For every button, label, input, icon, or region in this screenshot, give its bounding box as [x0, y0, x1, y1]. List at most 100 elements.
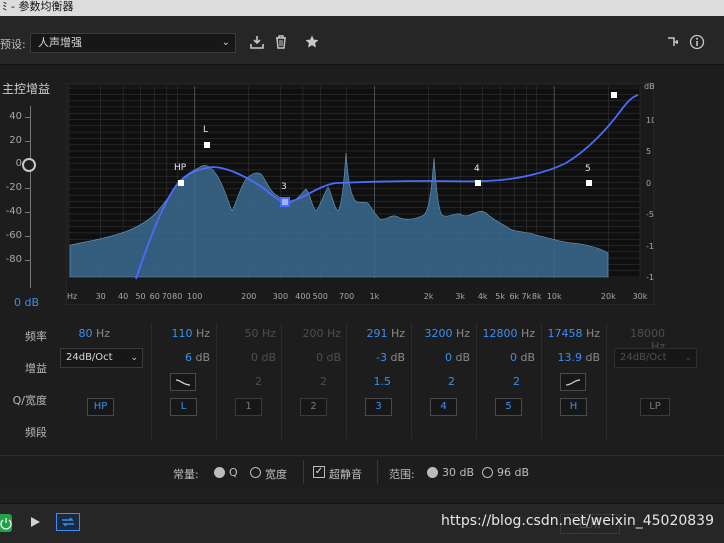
value-number: 18000	[630, 327, 665, 340]
frequency-tick-label: 6k	[509, 292, 519, 301]
band-toggle-hp[interactable]: HP	[87, 398, 114, 416]
band-point-3[interactable]	[280, 197, 290, 207]
right-axis-unit: dB	[644, 83, 654, 91]
right-axis-tick-label: -15	[646, 273, 654, 282]
band-toggle-2[interactable]: 2	[300, 398, 327, 416]
power-icon	[0, 518, 12, 530]
favorite-button[interactable]	[303, 34, 321, 52]
gain-tick-label: -80	[5, 254, 22, 265]
value-number: 6	[184, 351, 192, 364]
range-30db-radio[interactable]	[427, 467, 438, 478]
gain-tick-label: 20	[9, 135, 22, 146]
high-shelf-frequency-value[interactable]: 17458 Hz	[545, 327, 600, 340]
band4-gain-value[interactable]: 0 dB	[420, 351, 470, 364]
band-toggle-4[interactable]: 4	[430, 398, 457, 416]
band-point-label: L	[203, 125, 208, 135]
row-label-frequency: 频率	[25, 330, 47, 343]
value-number: 50	[244, 327, 259, 340]
gain-tick-mark	[25, 141, 31, 142]
value-unit: dB	[261, 351, 276, 364]
loop-button[interactable]	[56, 513, 80, 531]
chevron-down-icon: ⌄	[130, 353, 138, 363]
band2-gain-value[interactable]: 0 dB	[291, 351, 341, 364]
value-unit: Hz	[95, 327, 110, 340]
band5-frequency-value[interactable]: 12800 Hz	[480, 327, 535, 340]
hp-frequency-value[interactable]: 80 Hz	[62, 327, 110, 340]
band-point-l[interactable]	[204, 142, 210, 148]
band1-q-value[interactable]: 2	[226, 375, 262, 388]
master-gain-slider-thumb[interactable]	[22, 158, 36, 172]
band2-q-value[interactable]: 2	[291, 375, 327, 388]
band1-gain-value[interactable]: 0 dB	[226, 351, 276, 364]
band-toggle-lp[interactable]: LP	[640, 398, 670, 416]
master-gain-label: 主控增益	[2, 82, 51, 96]
preset-label: 预设:	[0, 38, 26, 51]
band4-frequency-value[interactable]: 3200 Hz	[420, 327, 470, 340]
band-toggle-5[interactable]: 5	[495, 398, 522, 416]
hp-slope-dropdown[interactable]: 24dB/Oct ⌄	[60, 348, 143, 368]
gain-tick-label: 40	[9, 111, 22, 122]
routing-button[interactable]	[664, 34, 682, 52]
band-point-hp[interactable]	[178, 180, 184, 186]
band5-q-value[interactable]: 2	[485, 375, 520, 388]
divider	[541, 323, 542, 439]
info-button[interactable]	[688, 34, 706, 52]
band-toggle-l[interactable]: L	[170, 398, 197, 416]
delete-preset-button[interactable]	[272, 34, 290, 52]
band5-gain-value[interactable]: 0 dB	[485, 351, 535, 364]
power-button[interactable]	[0, 514, 12, 532]
value-number: 13.9	[557, 351, 582, 364]
eq-frequency-graph[interactable]: HP L 3 4 5 dB 1050-5-10-15 Hz30405060708…	[66, 83, 654, 305]
lp-slope-dropdown[interactable]: 24dB/Oct ⌄	[614, 348, 697, 368]
band-toggle-h[interactable]: H	[560, 398, 587, 416]
band-point-label: 3	[281, 182, 287, 192]
high-shelf-shape-button[interactable]	[560, 373, 586, 391]
preset-dropdown[interactable]: 人声增强 ⌄	[30, 33, 236, 53]
band4-q-value[interactable]: 2	[420, 375, 455, 388]
low-shelf-gain-value[interactable]: 6 dB	[160, 351, 210, 364]
band-point-5[interactable]	[586, 180, 592, 186]
band2-frequency-value[interactable]: 200 Hz	[291, 327, 341, 340]
range-96db-radio[interactable]	[482, 467, 493, 478]
save-preset-button[interactable]	[248, 34, 266, 52]
right-axis-tick-label: 5	[646, 147, 651, 156]
loop-icon	[62, 517, 74, 527]
frequency-tick-label: 10k	[547, 292, 562, 301]
frequency-tick-label: 200	[241, 292, 256, 301]
master-gain-readout: 0 dB	[14, 296, 40, 309]
constant-width-radio[interactable]	[250, 467, 261, 478]
value-unit: Hz	[261, 327, 276, 340]
play-icon	[31, 517, 40, 527]
band-point-h[interactable]	[611, 92, 617, 98]
value-unit: dB	[195, 351, 210, 364]
gain-tick-mark	[25, 117, 31, 118]
ultra-quiet-checkbox[interactable]: ✓	[313, 466, 325, 478]
band3-gain-value[interactable]: -3 dB	[355, 351, 405, 364]
high-shelf-icon	[565, 379, 581, 386]
band-point-label: 5	[585, 164, 591, 174]
watermark-url: https://blog.csdn.net/weixin_45020839	[440, 513, 714, 529]
band3-q-value[interactable]: 1.5	[355, 375, 392, 388]
band1-frequency-value[interactable]: 50 Hz	[226, 327, 276, 340]
band-point-label: HP	[174, 163, 187, 173]
band-toggle-3[interactable]: 3	[365, 398, 392, 416]
value-number: 0	[315, 351, 323, 364]
right-axis-tick-label: -10	[646, 242, 654, 251]
band-toggle-1[interactable]: 1	[235, 398, 262, 416]
value-unit: dB	[520, 351, 535, 364]
low-shelf-shape-button[interactable]	[170, 373, 196, 391]
band-point-4[interactable]	[475, 180, 481, 186]
row-label-gain: 增益	[25, 362, 47, 375]
constant-q-radio[interactable]	[214, 467, 225, 478]
high-shelf-gain-value[interactable]: 13.9 dB	[550, 351, 600, 364]
divider	[151, 323, 152, 439]
band3-frequency-value[interactable]: 291 Hz	[355, 327, 405, 340]
play-button[interactable]	[28, 515, 42, 529]
divider	[216, 323, 217, 439]
value-number: 80	[78, 327, 93, 340]
window-close-button[interactable]	[696, 0, 724, 14]
value-unit: dB	[390, 351, 405, 364]
low-shelf-frequency-value[interactable]: 110 Hz	[160, 327, 210, 340]
value-number: 17458	[547, 327, 583, 340]
chevron-down-icon: ⌄	[684, 353, 692, 363]
